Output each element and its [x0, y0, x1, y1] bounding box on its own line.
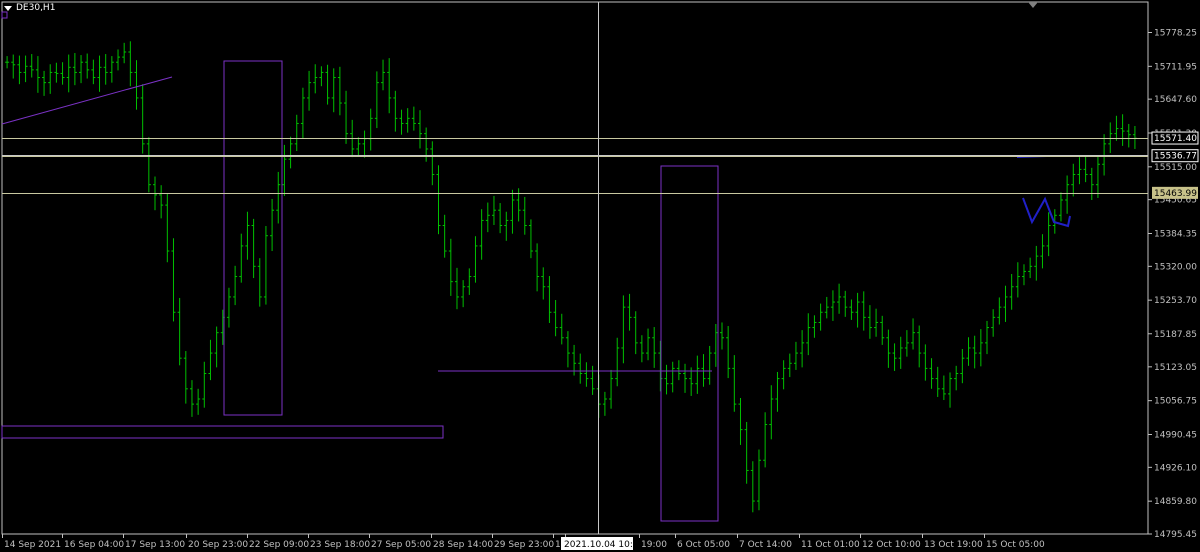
zone-rect-3 — [1, 425, 444, 439]
x-tick-label: 6 Oct 05:00 — [677, 540, 730, 550]
zone-rect-1 — [223, 60, 283, 416]
y-tick-label: 15384.35 — [1154, 229, 1197, 239]
y-tick-label: 14990.45 — [1154, 430, 1197, 440]
x-tick-label: 11 Oct 01:00 — [801, 540, 860, 550]
x-tick-label: 2021.10.04 10:00 — [564, 540, 645, 550]
x-tick-label: 17 Sep 13:00 — [125, 540, 185, 550]
y-tick-label: 15187.85 — [1154, 330, 1197, 340]
y-tick-label: 15778.25 — [1154, 28, 1197, 38]
y-tick-label: 14859.80 — [1154, 497, 1197, 507]
x-tick-label: 12 Oct 10:00 — [862, 540, 921, 550]
x-tick-label: 13 Oct 19:00 — [924, 540, 983, 550]
x-tick-label: 28 Sep 14:00 — [433, 540, 493, 550]
x-tick-label: 14 Sep 2021 — [4, 540, 61, 550]
y-tick-label: 15711.95 — [1154, 62, 1197, 72]
x-tick-label: 27 Sep 05:00 — [371, 540, 431, 550]
x-tick-label: 19:00 — [641, 540, 667, 550]
symbol-label: DE30,H1 — [16, 3, 56, 13]
y-tick-label: 15515.00 — [1154, 163, 1197, 173]
y-tick-label: 15647.60 — [1154, 95, 1197, 105]
x-tick-label: 7 Oct 14:00 — [739, 540, 792, 550]
price-tag-label: 15463.99 — [1154, 189, 1197, 199]
shift-marker-icon — [1028, 2, 1038, 8]
zone-rect-2 — [660, 165, 719, 522]
y-tick-label: 15056.75 — [1154, 397, 1197, 407]
x-tick-label: 15 Oct 05:00 — [986, 540, 1045, 550]
y-tick-label: 15253.70 — [1154, 296, 1197, 306]
chevron-down-icon — [4, 5, 12, 11]
x-tick-label: 20 Sep 23:00 — [188, 540, 248, 550]
sketch-path — [1022, 196, 1071, 228]
x-tick-label: 22 Sep 09:00 — [249, 540, 309, 550]
y-tick-label: 15320.00 — [1154, 262, 1197, 272]
price-chart[interactable]: 15778.2515711.9515647.6015581.3015515.00… — [0, 0, 1200, 552]
y-tick-label: 14926.10 — [1154, 463, 1197, 473]
x-tick-label: 16 Sep 04:00 — [64, 540, 124, 550]
price-tag-label: 15571.40 — [1154, 134, 1197, 144]
y-tick-label: 14795.45 — [1154, 530, 1197, 540]
price-tag-label: 15536.77 — [1154, 152, 1197, 162]
y-tick-label: 15123.05 — [1154, 363, 1197, 373]
symbol-selector[interactable]: DE30,H1 — [4, 3, 55, 13]
trendline — [1, 76, 173, 125]
x-tick-label: 29 Sep 23:00 — [494, 540, 554, 550]
x-tick-label: 23 Sep 18:00 — [310, 540, 370, 550]
price-bars — [5, 41, 1137, 513]
x-tick-label: 1 — [555, 540, 561, 550]
